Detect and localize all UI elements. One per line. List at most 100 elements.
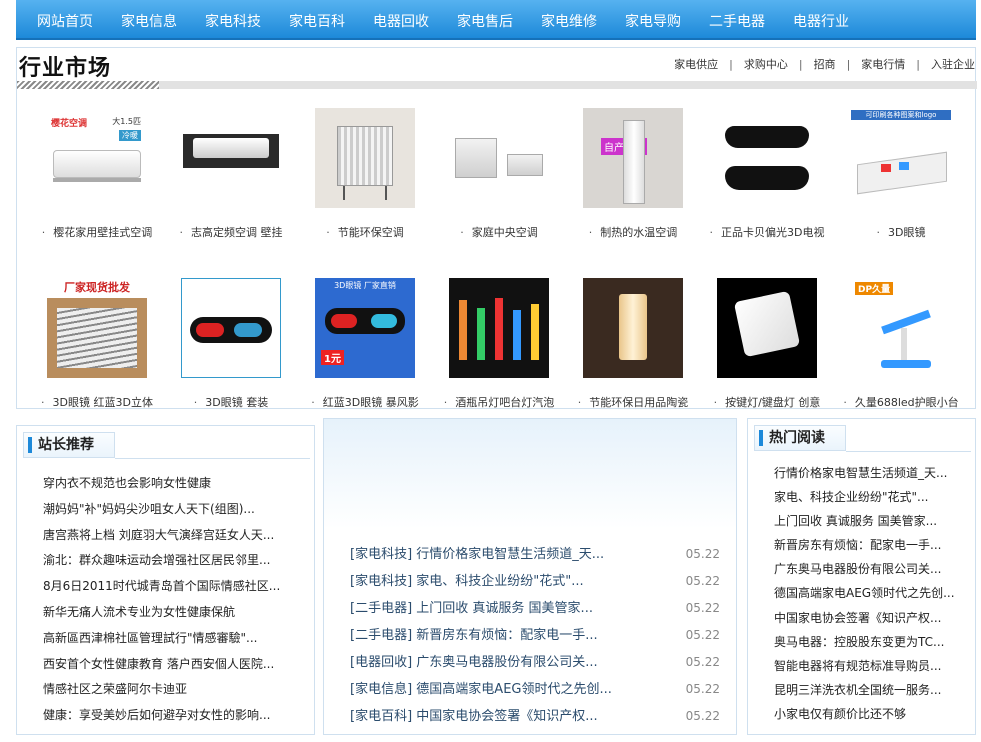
product-caption[interactable]: 3D眼镜 红蓝3D立体 — [30, 394, 164, 410]
list-item[interactable]: 高新區西津棉社區管理試行"情感審驗"... — [43, 626, 303, 652]
nav-link-home[interactable]: 网站首页 — [37, 11, 93, 31]
product-image[interactable] — [583, 278, 683, 378]
news-item[interactable]: [电器回收] 广东奥马电器股份有限公司关... 05.22 — [350, 649, 720, 676]
list-item[interactable]: 情感社区之荣盛阿尔卡迪亚 — [43, 677, 303, 703]
product-image[interactable] — [717, 108, 817, 208]
product-card[interactable]: 3D眼镜 套装 — [164, 278, 298, 410]
list-item[interactable]: 潮妈妈"补"妈妈尖沙咀女人天下(组图)... — [43, 497, 303, 523]
news-title[interactable]: 德国高端家电AEG领时代之先创... — [416, 682, 612, 697]
nav-link-after-sales[interactable]: 家电售后 — [457, 11, 513, 31]
product-image[interactable]: 厂家现货批发 — [47, 278, 147, 378]
market-link-investment[interactable]: 招商 — [814, 56, 836, 72]
product-caption[interactable]: 节能环保空调 — [298, 224, 432, 240]
list-item[interactable]: 奥马电器：控股股东变更为TC... — [774, 630, 954, 654]
product-card[interactable]: 按键灯/键盘灯 创意 — [700, 278, 834, 410]
news-item[interactable]: [二手电器] 新晋房东有烦恼：配家电一手... 05.22 — [350, 622, 720, 649]
news-category[interactable]: [家电科技] — [350, 547, 412, 562]
news-item[interactable]: [家电信息] 德国高端家电AEG领时代之先创... 05.22 — [350, 676, 720, 703]
nav-link-repair[interactable]: 家电维修 — [541, 11, 597, 31]
list-item[interactable]: 德国高端家电AEG领时代之先创... — [774, 581, 954, 605]
list-item[interactable]: 广东奥马电器股份有限公司关... — [774, 557, 954, 581]
product-image[interactable] — [449, 278, 549, 378]
product-image[interactable] — [449, 108, 549, 208]
product-caption[interactable]: 家庭中央空调 — [432, 224, 566, 240]
product-card[interactable]: 厂家现货批发 3D眼镜 红蓝3D立体 — [30, 278, 164, 410]
list-item[interactable]: 渝北：群众趣味运动会增强社区居民邻里... — [43, 548, 303, 574]
list-item[interactable]: 8月6日2011时代城青岛首个国际情感社区... — [43, 574, 303, 600]
news-category[interactable]: [家电百科] — [350, 709, 412, 724]
product-caption[interactable]: 节能环保日用品陶瓷 — [566, 394, 700, 410]
news-category[interactable]: [二手电器] — [350, 628, 412, 643]
nav-link-appliance-info[interactable]: 家电信息 — [121, 11, 177, 31]
market-link-quotes[interactable]: 家电行情 — [861, 56, 905, 72]
list-item[interactable]: 西安首个女性健康教育 落户西安個人医院... — [43, 652, 303, 678]
product-caption[interactable]: 志高定频空调 壁挂 — [164, 224, 298, 240]
product-caption[interactable]: 酒瓶吊灯吧台灯汽泡 — [432, 394, 566, 410]
news-item[interactable]: [家电科技] 家电、科技企业纷纷"花式"... 05.22 — [350, 568, 720, 595]
nav-link-second-hand[interactable]: 二手电器 — [709, 11, 765, 31]
product-image[interactable] — [181, 108, 281, 208]
recommend-list: 穿内衣不规范也会影响女性健康 潮妈妈"补"妈妈尖沙咀女人天下(组图)... 唐宫… — [43, 471, 303, 729]
list-item[interactable]: 健康：享受美妙后如何避孕对女性的影响... — [43, 703, 303, 729]
list-item[interactable]: 新华无痛人流术专业为女性健康保航 — [43, 600, 303, 626]
product-card[interactable]: 正品卡贝偏光3D电视 — [700, 108, 834, 240]
news-title[interactable]: 行情价格家电智慧生活频道_天... — [416, 547, 604, 562]
news-item[interactable]: [家电百科] 中国家电协会签署《知识产权... 05.22 — [350, 703, 720, 730]
product-caption[interactable]: 久量688led护眼小台 — [834, 394, 968, 410]
product-card[interactable]: 节能环保空调 — [298, 108, 432, 240]
product-card[interactable]: 酒瓶吊灯吧台灯汽泡 — [432, 278, 566, 410]
product-card[interactable]: 节能环保日用品陶瓷 — [566, 278, 700, 410]
list-item[interactable]: 家电、科技企业纷纷"花式"... — [774, 485, 954, 509]
nav-link-recycling[interactable]: 电器回收 — [373, 11, 429, 31]
product-image[interactable]: DP久量 — [851, 278, 951, 378]
news-title[interactable]: 中国家电协会签署《知识产权... — [416, 709, 597, 724]
product-caption[interactable]: 3D眼镜 套装 — [164, 394, 298, 410]
product-image[interactable]: 3D眼镜 厂家直销 1元 — [315, 278, 415, 378]
product-caption[interactable]: 樱花家用壁挂式空调 — [30, 224, 164, 240]
list-item[interactable]: 昆明三洋洗衣机全国统一服务... — [774, 678, 954, 702]
product-caption[interactable]: 按键灯/键盘灯 创意 — [700, 394, 834, 410]
list-item[interactable]: 行情价格家电智慧生活频道_天... — [774, 461, 954, 485]
list-item[interactable]: 穿内衣不规范也会影响女性健康 — [43, 471, 303, 497]
product-card[interactable]: 自产自销 制热的水温空调 — [566, 108, 700, 240]
news-category[interactable]: [电器回收] — [350, 655, 412, 670]
news-title[interactable]: 上门回收 真诚服务 国美管家... — [416, 601, 593, 616]
product-image[interactable] — [315, 108, 415, 208]
market-link-purchase[interactable]: 求购中心 — [744, 56, 788, 72]
product-caption[interactable]: 红蓝3D眼镜 暴风影 — [298, 394, 432, 410]
product-image[interactable] — [181, 278, 281, 378]
product-card[interactable]: 志高定频空调 壁挂 — [164, 108, 298, 240]
news-item[interactable]: [二手电器] 上门回收 真诚服务 国美管家... 05.22 — [350, 595, 720, 622]
market-link-supply[interactable]: 家电供应 — [674, 56, 718, 72]
list-item[interactable]: 中国家电协会签署《知识产权... — [774, 606, 954, 630]
product-card[interactable]: 可印刷各种图案和logo 3D眼镜 — [834, 108, 968, 240]
product-image[interactable]: 自产自销 — [583, 108, 683, 208]
product-caption[interactable]: 正品卡贝偏光3D电视 — [700, 224, 834, 240]
product-caption[interactable]: 制热的水温空调 — [566, 224, 700, 240]
nav-link-industry[interactable]: 电器行业 — [793, 11, 849, 31]
nav-link-appliance-tech[interactable]: 家电科技 — [205, 11, 261, 31]
news-title[interactable]: 广东奥马电器股份有限公司关... — [416, 655, 597, 670]
news-category[interactable]: [家电信息] — [350, 682, 412, 697]
news-category[interactable]: [二手电器] — [350, 601, 412, 616]
news-title[interactable]: 新晋房东有烦恼：配家电一手... — [416, 628, 597, 643]
list-item[interactable]: 智能电器将有规范标准导购员... — [774, 654, 954, 678]
product-caption[interactable]: 3D眼镜 — [834, 224, 968, 240]
product-card[interactable]: 樱花空调 大1.5匹 冷暖 樱花家用壁挂式空调 — [30, 108, 164, 240]
product-card[interactable]: 3D眼镜 厂家直销 1元 红蓝3D眼镜 暴风影 — [298, 278, 432, 410]
product-image[interactable]: 可印刷各种图案和logo — [851, 108, 951, 208]
list-item[interactable]: 上门回收 真诚服务 国美管家... — [774, 509, 954, 533]
product-image[interactable] — [717, 278, 817, 378]
list-item[interactable]: 唐宫燕将上档 刘庭羽大气演绎宫廷女人天... — [43, 523, 303, 549]
product-card[interactable]: 家庭中央空调 — [432, 108, 566, 240]
market-link-join[interactable]: 入驻企业 — [931, 56, 975, 72]
list-item[interactable]: 新晋房东有烦恼：配家电一手... — [774, 533, 954, 557]
nav-link-buying-guide[interactable]: 家电导购 — [625, 11, 681, 31]
product-image[interactable]: 樱花空调 大1.5匹 冷暖 — [47, 108, 147, 208]
news-category[interactable]: [家电科技] — [350, 574, 412, 589]
list-item[interactable]: 小家电仅有颜价比还不够 — [774, 702, 954, 726]
news-title[interactable]: 家电、科技企业纷纷"花式"... — [416, 574, 583, 589]
nav-link-appliance-wiki[interactable]: 家电百科 — [289, 11, 345, 31]
news-item[interactable]: [家电科技] 行情价格家电智慧生活频道_天... 05.22 — [350, 541, 720, 568]
product-card[interactable]: DP久量 久量688led护眼小台 — [834, 278, 968, 410]
